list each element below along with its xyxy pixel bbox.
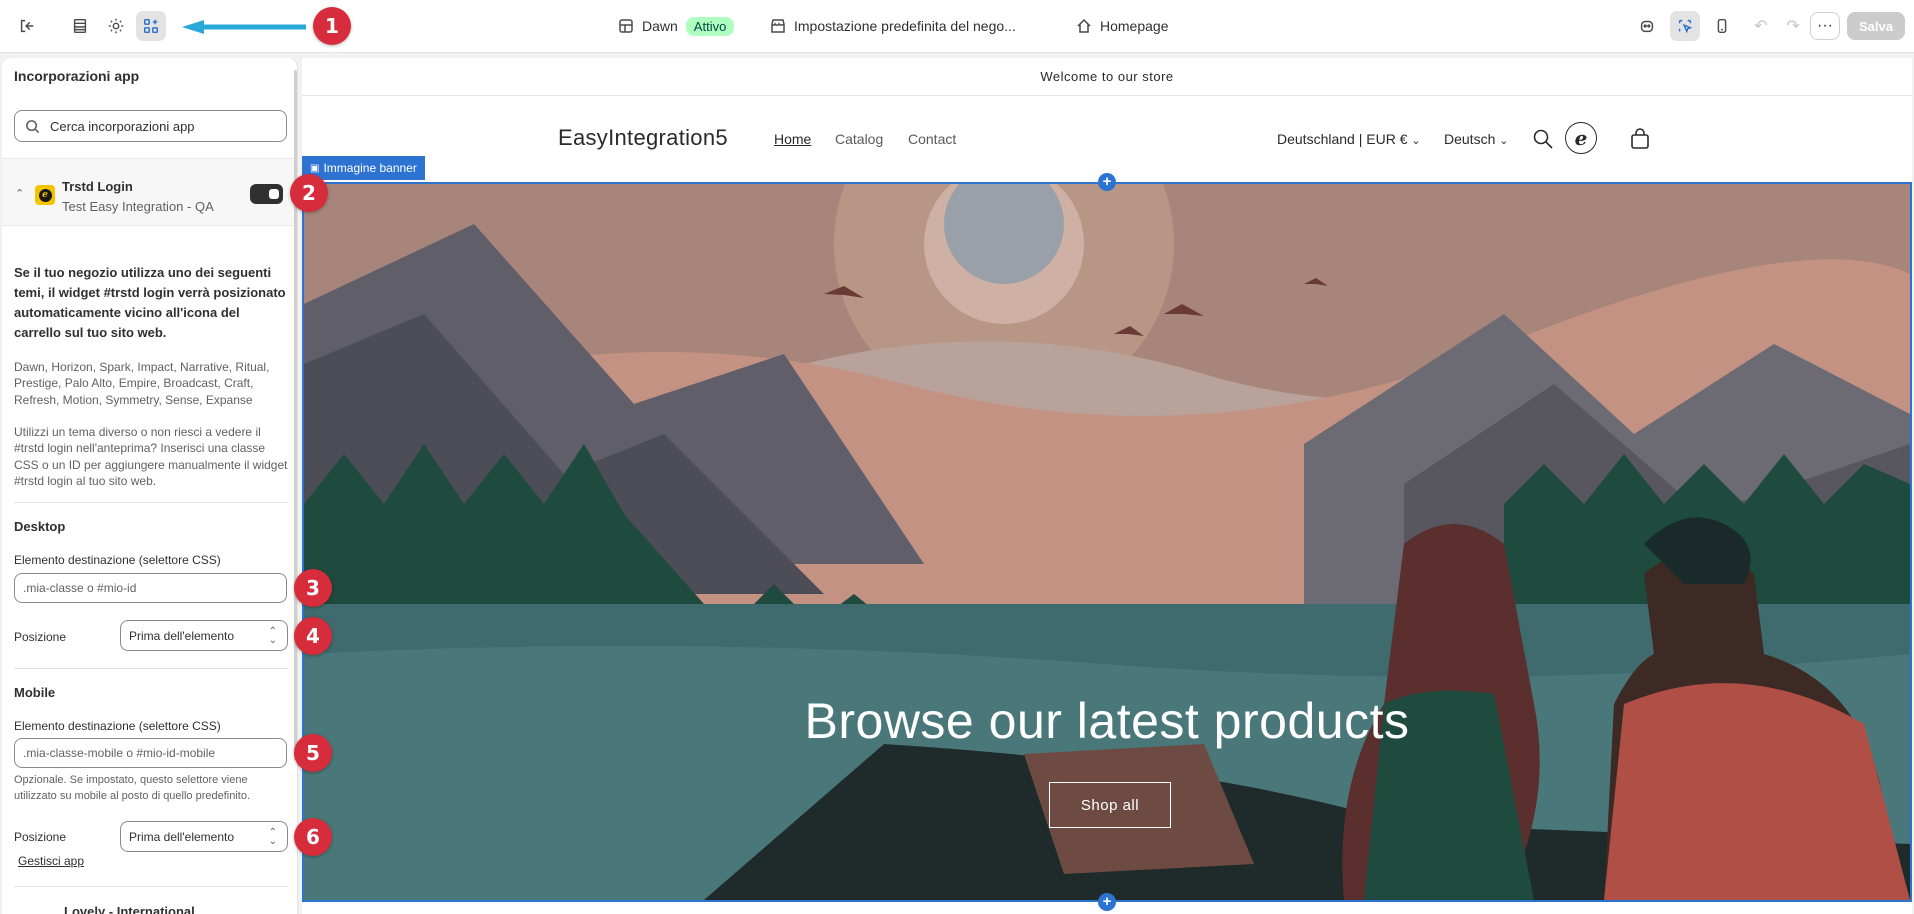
divider: [14, 502, 288, 503]
search-icon: [26, 119, 40, 133]
page-selector[interactable]: Homepage: [1076, 14, 1169, 38]
shop-all-button[interactable]: Shop all: [1049, 782, 1171, 828]
announcement-bar: Welcome to our store: [302, 58, 1912, 96]
marker-2: 2: [290, 174, 328, 212]
redo-icon[interactable]: ↷: [1780, 12, 1806, 40]
search-input[interactable]: Cerca incorporazioni app: [14, 110, 287, 142]
cart-icon[interactable]: [1625, 124, 1655, 154]
nav-contact[interactable]: Contact: [908, 131, 956, 147]
desktop-position-label: Posizione: [14, 630, 67, 644]
add-section-plus-icon[interactable]: +: [1098, 173, 1116, 191]
marker-6: 6: [294, 818, 332, 856]
store-context-selector[interactable]: Impostazione predefinita del nego...: [770, 14, 1016, 38]
trstd-logo-icon: e: [35, 185, 55, 205]
image-icon: ▣: [310, 162, 320, 174]
layout-icon: [619, 19, 633, 33]
nav-home[interactable]: Home: [774, 131, 811, 147]
store-context-label: Impostazione predefinita del nego...: [794, 18, 1016, 34]
chevron-up-icon[interactable]: ⌃: [15, 187, 24, 200]
trstd-login-widget-icon[interactable]: e: [1565, 122, 1597, 154]
more-actions-button[interactable]: ···: [1810, 12, 1840, 40]
mobile-heading: Mobile: [14, 685, 56, 700]
marker-5: 5: [294, 734, 332, 772]
chevron-down-icon: ⌄: [1411, 135, 1421, 147]
mobile-position-select[interactable]: Prima dell'elemento ⌃ ⌄: [120, 821, 288, 852]
language-label: Deutsch: [1444, 131, 1496, 147]
banner-section-tag[interactable]: ▣ Immagine banner: [302, 156, 425, 180]
sidebar-title: Incorporazioni app: [14, 68, 140, 84]
desktop-target-field[interactable]: .mia-classe o #mio-id: [14, 573, 287, 603]
select-arrows-icon: ⌃ ⌄: [268, 827, 277, 847]
mobile-hint: Opzionale. Se impostato, questo selettor…: [14, 774, 251, 802]
desktop-heading: Desktop: [14, 519, 66, 534]
desktop-position-value: Prima dell'elemento: [129, 628, 235, 643]
themes-list: Dawn, Horizon, Spark, Impact, Narrative,…: [14, 360, 270, 407]
desktop-target-label: Elemento destinazione (selettore CSS): [14, 553, 221, 567]
undo-icon[interactable]: ↶: [1748, 12, 1774, 40]
theme-name: Dawn: [642, 18, 678, 34]
status-badge: Attivo: [685, 16, 735, 36]
app-embeds-sidebar: Incorporazioni app Cerca incorporazioni …: [2, 58, 298, 914]
country-selector[interactable]: Deutschland | EUR € ⌄: [1277, 131, 1421, 147]
mobile-target-field[interactable]: .mia-classe-mobile o #mio-id-mobile: [14, 738, 287, 768]
theme-selector[interactable]: Dawn Attivo: [618, 14, 735, 38]
nav-catalog[interactable]: Catalog: [835, 131, 883, 147]
language-selector[interactable]: Deutsch ⌄: [1444, 131, 1508, 147]
app-embeds-icon[interactable]: [136, 11, 166, 41]
next-app-name[interactable]: Lovely - International: [64, 904, 195, 914]
mobile-preview-icon[interactable]: [1707, 11, 1737, 41]
store-icon: [771, 19, 785, 33]
add-section-plus-icon[interactable]: +: [1098, 893, 1116, 911]
app-embed-row[interactable]: ⌃ e Trstd Login Test Easy Integration - …: [2, 158, 297, 226]
store-name[interactable]: EasyIntegration5: [558, 125, 728, 151]
annotation-arrow: [182, 20, 306, 34]
ai-assistant-icon[interactable]: [1632, 11, 1662, 41]
page-label: Homepage: [1100, 18, 1169, 34]
marker-3: 3: [294, 569, 332, 607]
country-label: Deutschland | EUR €: [1277, 131, 1408, 147]
manage-app-link[interactable]: Gestisci app: [18, 854, 84, 868]
home-icon: [1077, 18, 1091, 33]
divider: [14, 886, 288, 887]
intro-text: Se il tuo negozio utilizza uno dei segue…: [14, 265, 286, 340]
inspector-cursor-icon[interactable]: [1670, 11, 1700, 41]
sections-icon[interactable]: [65, 11, 95, 41]
search-placeholder: Cerca incorporazioni app: [50, 118, 195, 134]
marker-4: 4: [294, 617, 332, 655]
editor-topbar: 1 Dawn Attivo Impostazione predefinita d…: [0, 0, 1914, 53]
app-name: Trstd Login: [62, 179, 133, 194]
mobile-position-value: Prima dell'elemento: [129, 829, 235, 844]
mobile-position-label: Posizione: [14, 830, 67, 844]
app-subtitle: Test Easy Integration - QA: [62, 199, 214, 214]
divider: [14, 668, 288, 669]
image-banner[interactable]: Browse our latest products Shop all: [302, 182, 1912, 902]
store-preview: Welcome to our store EasyIntegration5 Ho…: [302, 58, 1912, 914]
custom-theme-note: Utilizzi un tema diverso o non riesci a …: [14, 425, 288, 488]
hero-title: Browse our latest products: [804, 693, 1410, 749]
desktop-position-select[interactable]: Prima dell'elemento ⌃ ⌄: [120, 620, 288, 651]
banner-tag-label: Immagine banner: [323, 161, 417, 175]
exit-icon[interactable]: [12, 11, 42, 41]
chevron-down-icon: ⌄: [1499, 135, 1509, 147]
theme-settings-gear-icon[interactable]: [101, 11, 131, 41]
save-button[interactable]: Salva: [1847, 12, 1905, 40]
app-enable-toggle[interactable]: [250, 184, 283, 204]
sidebar-scrollbar[interactable]: [294, 70, 297, 760]
search-icon[interactable]: [1528, 124, 1558, 154]
select-arrows-icon: ⌃ ⌄: [268, 626, 277, 646]
marker-1: 1: [313, 7, 351, 45]
mobile-target-label: Elemento destinazione (selettore CSS): [14, 719, 221, 733]
